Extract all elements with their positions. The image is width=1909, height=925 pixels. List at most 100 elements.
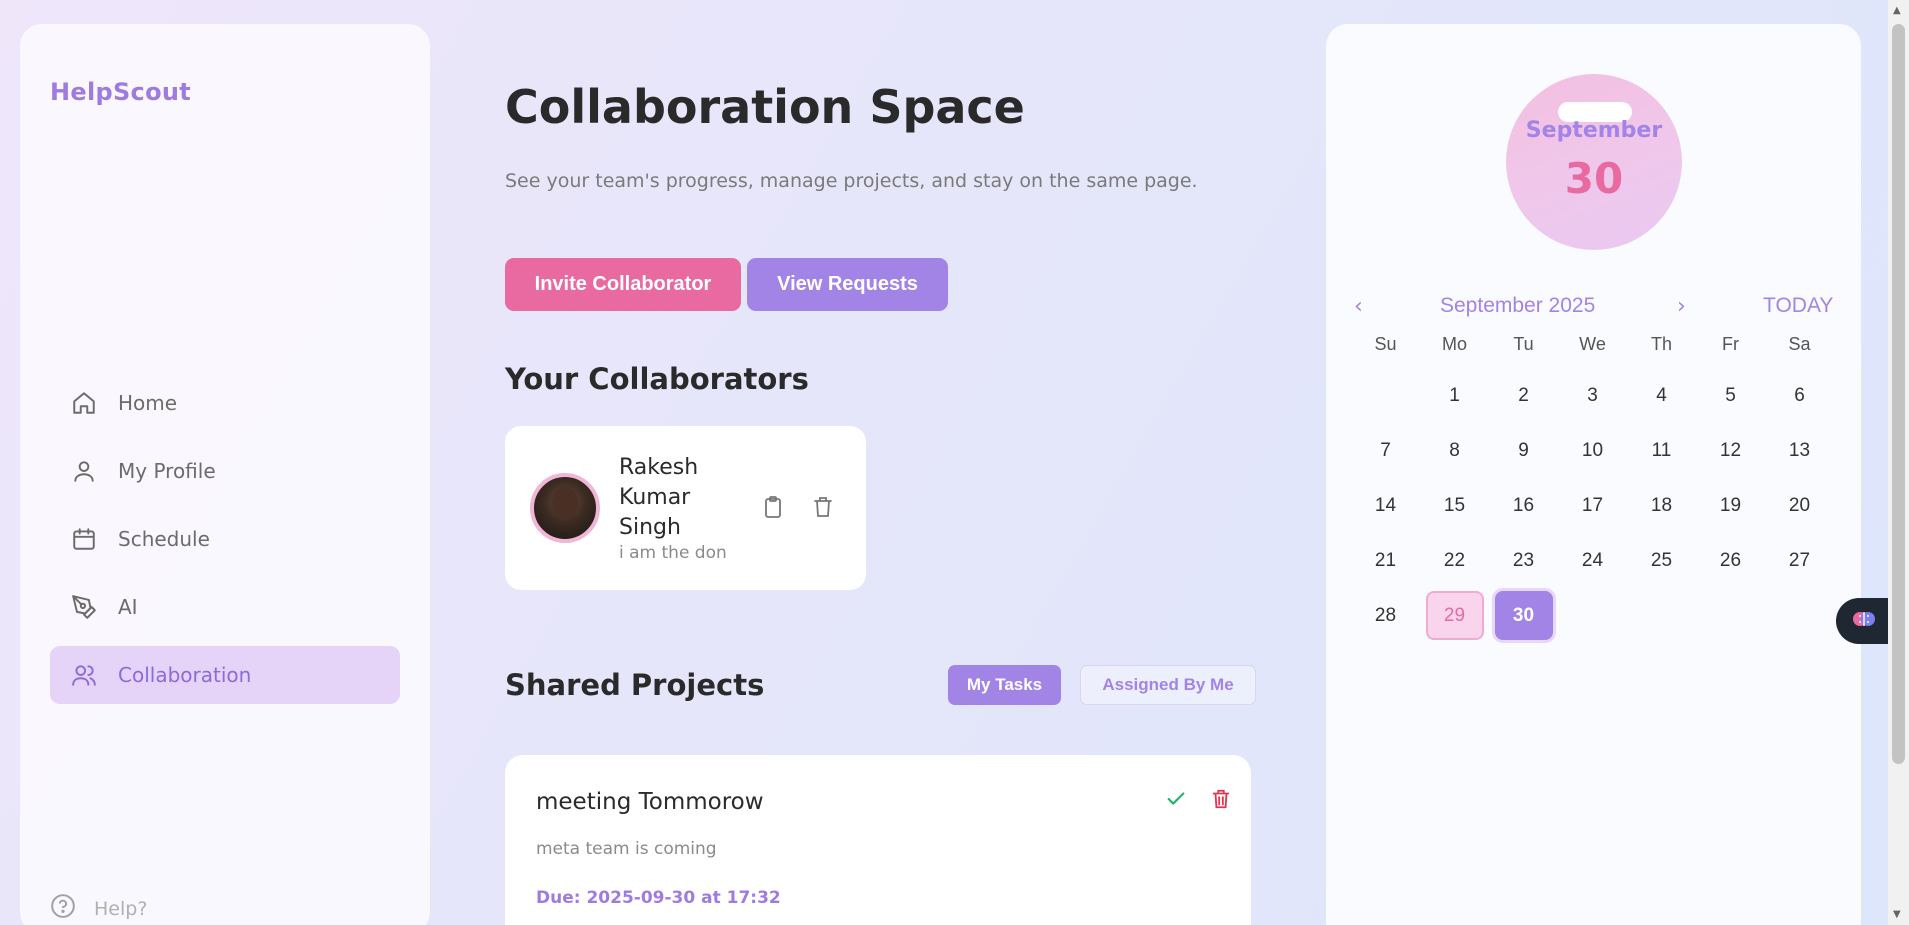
calendar-day[interactable]: 13 xyxy=(1765,423,1834,478)
calendar-day[interactable]: 12 xyxy=(1696,423,1765,478)
calendar-day-number: 11 xyxy=(1651,439,1672,461)
next-month-button[interactable]: › xyxy=(1677,294,1686,319)
calendar-day-number: 14 xyxy=(1374,494,1397,516)
calendar-day[interactable]: 16 xyxy=(1489,478,1558,533)
calendar-day[interactable]: 6 xyxy=(1765,368,1834,423)
weekday-label: We xyxy=(1579,334,1606,354)
calendar-day[interactable]: 27 xyxy=(1765,533,1834,588)
calendar-icon xyxy=(70,525,98,553)
calendar-day-number: 12 xyxy=(1719,439,1742,461)
calendar-day[interactable]: 7 xyxy=(1351,423,1420,478)
tab-my-tasks[interactable]: My Tasks xyxy=(948,665,1061,705)
ai-assistant-button[interactable] xyxy=(1836,598,1892,644)
calendar-day-number: 29 xyxy=(1425,591,1484,640)
home-icon xyxy=(70,389,98,417)
sidebar-item-collaboration[interactable]: Collaboration xyxy=(50,646,400,704)
calendar-day[interactable]: 28 xyxy=(1351,588,1420,643)
calendar-day[interactable]: 11 xyxy=(1627,423,1696,478)
calendar-day-number: 2 xyxy=(1518,384,1529,406)
calendar-day[interactable]: 8 xyxy=(1420,423,1489,478)
date-bubble-day: 30 xyxy=(1564,154,1624,203)
project-title: meeting Tommorow xyxy=(536,789,764,815)
calendar-month-label: September 2025 xyxy=(1440,294,1596,317)
calendar-day[interactable]: 20 xyxy=(1765,478,1834,533)
view-requests-button[interactable]: View Requests xyxy=(747,258,948,311)
calendar-day[interactable]: 14 xyxy=(1351,478,1420,533)
weekday-label: Fr xyxy=(1722,334,1739,354)
sidebar-item-label: Schedule xyxy=(118,527,210,551)
calendar-day[interactable]: 1 xyxy=(1420,368,1489,423)
calendar-day-number: 23 xyxy=(1512,549,1535,571)
page-subtitle: See your team's progress, manage project… xyxy=(505,170,1198,192)
project-card: meeting Tommorow meta team is coming Due… xyxy=(505,755,1251,925)
calendar-day[interactable]: 9 xyxy=(1489,423,1558,478)
weekday-label: Th xyxy=(1650,334,1672,354)
check-icon[interactable] xyxy=(1162,785,1190,813)
sidebar-item-my-profile[interactable]: My Profile xyxy=(50,442,400,500)
calendar-day[interactable]: 24 xyxy=(1558,533,1627,588)
calendar-day[interactable]: 29 xyxy=(1420,588,1489,643)
pen-tool-icon xyxy=(70,593,98,621)
weekday-label: Su xyxy=(1374,334,1397,354)
trash-icon[interactable] xyxy=(810,492,836,522)
calendar-day[interactable]: 3 xyxy=(1558,368,1627,423)
brand-logo[interactable]: HelpScout xyxy=(50,78,191,106)
users-icon xyxy=(70,661,98,689)
calendar-day[interactable]: 23 xyxy=(1489,533,1558,588)
calendar-day-number: 28 xyxy=(1374,604,1397,626)
calendar-day-number: 21 xyxy=(1374,549,1397,571)
shared-projects-heading: Shared Projects xyxy=(505,668,765,702)
calendar-day[interactable]: 17 xyxy=(1558,478,1627,533)
sidebar-item-label: Home xyxy=(118,391,178,415)
weekday-label: Mo xyxy=(1441,334,1467,354)
calendar-day-number: 13 xyxy=(1788,439,1811,461)
sidebar-item-home[interactable]: Home xyxy=(50,374,400,432)
avatar xyxy=(530,473,600,543)
calendar-day[interactable]: 10 xyxy=(1558,423,1627,478)
trash-icon[interactable] xyxy=(1207,785,1235,813)
calendar-day-number: 27 xyxy=(1788,549,1811,571)
calendar-day-number: 6 xyxy=(1794,384,1805,406)
page-scrollbar[interactable]: ▲ ▼ xyxy=(1888,0,1909,925)
calendar-day[interactable]: 26 xyxy=(1696,533,1765,588)
calendar-day-number: 4 xyxy=(1656,384,1667,406)
collaborator-bio: i am the don xyxy=(619,543,727,563)
scroll-up-arrow-icon[interactable]: ▲ xyxy=(1893,5,1901,16)
sidebar-item-schedule[interactable]: Schedule xyxy=(50,510,400,568)
today-button[interactable]: TODAY xyxy=(1763,294,1833,318)
sidebar-nav: Home My Profile Schedule AI Collaboratio… xyxy=(50,374,400,714)
calendar-day[interactable]: 21 xyxy=(1351,533,1420,588)
weekday-label: Sa xyxy=(1788,334,1811,354)
clipboard-icon[interactable] xyxy=(760,492,786,522)
calendar-day[interactable]: 18 xyxy=(1627,478,1696,533)
collaborator-name: Rakesh Kumar Singh xyxy=(619,455,699,540)
scroll-down-arrow-icon[interactable]: ▼ xyxy=(1893,909,1901,920)
calendar-day-number: 16 xyxy=(1512,494,1535,516)
calendar-day-number: 18 xyxy=(1650,494,1673,516)
calendar-day-number: 10 xyxy=(1581,439,1604,461)
calendar-weekdays: Su Mo Tu We Th Fr Sa xyxy=(1351,334,1835,355)
calendar-day[interactable]: 30 xyxy=(1489,588,1558,643)
calendar-day-number: 24 xyxy=(1581,549,1604,571)
calendar-day-number: 20 xyxy=(1788,494,1811,516)
calendar-day[interactable]: 19 xyxy=(1696,478,1765,533)
scroll-thumb[interactable] xyxy=(1892,24,1905,764)
calendar-day[interactable]: 2 xyxy=(1489,368,1558,423)
date-bubble: September 30 xyxy=(1506,74,1682,250)
calendar-grid: 1 2 3 4 5 6 7 8 9 10 11 12 13 14 15 16 17 18 19 20 21 22 23 24 2… xyxy=(1351,368,1835,643)
help-link[interactable]: Help? xyxy=(50,893,147,924)
sidebar-item-label: Collaboration xyxy=(118,663,252,687)
prev-month-button[interactable]: ‹ xyxy=(1354,294,1363,319)
page-title: Collaboration Space xyxy=(505,80,1025,134)
calendar-panel: September 30 ‹ September 2025 › TODAY Su… xyxy=(1326,24,1861,925)
calendar-day[interactable]: 22 xyxy=(1420,533,1489,588)
calendar-day[interactable]: 4 xyxy=(1627,368,1696,423)
calendar-day[interactable]: 5 xyxy=(1696,368,1765,423)
tab-assigned-by-me[interactable]: Assigned By Me xyxy=(1080,665,1256,705)
calendar-day-number: 8 xyxy=(1449,439,1460,461)
invite-collaborator-button[interactable]: Invite Collaborator xyxy=(505,258,741,311)
collaborator-card: Rakesh Kumar Singh i am the don xyxy=(505,426,866,590)
calendar-day[interactable]: 25 xyxy=(1627,533,1696,588)
calendar-day[interactable]: 15 xyxy=(1420,478,1489,533)
sidebar-item-ai[interactable]: AI xyxy=(50,578,400,636)
